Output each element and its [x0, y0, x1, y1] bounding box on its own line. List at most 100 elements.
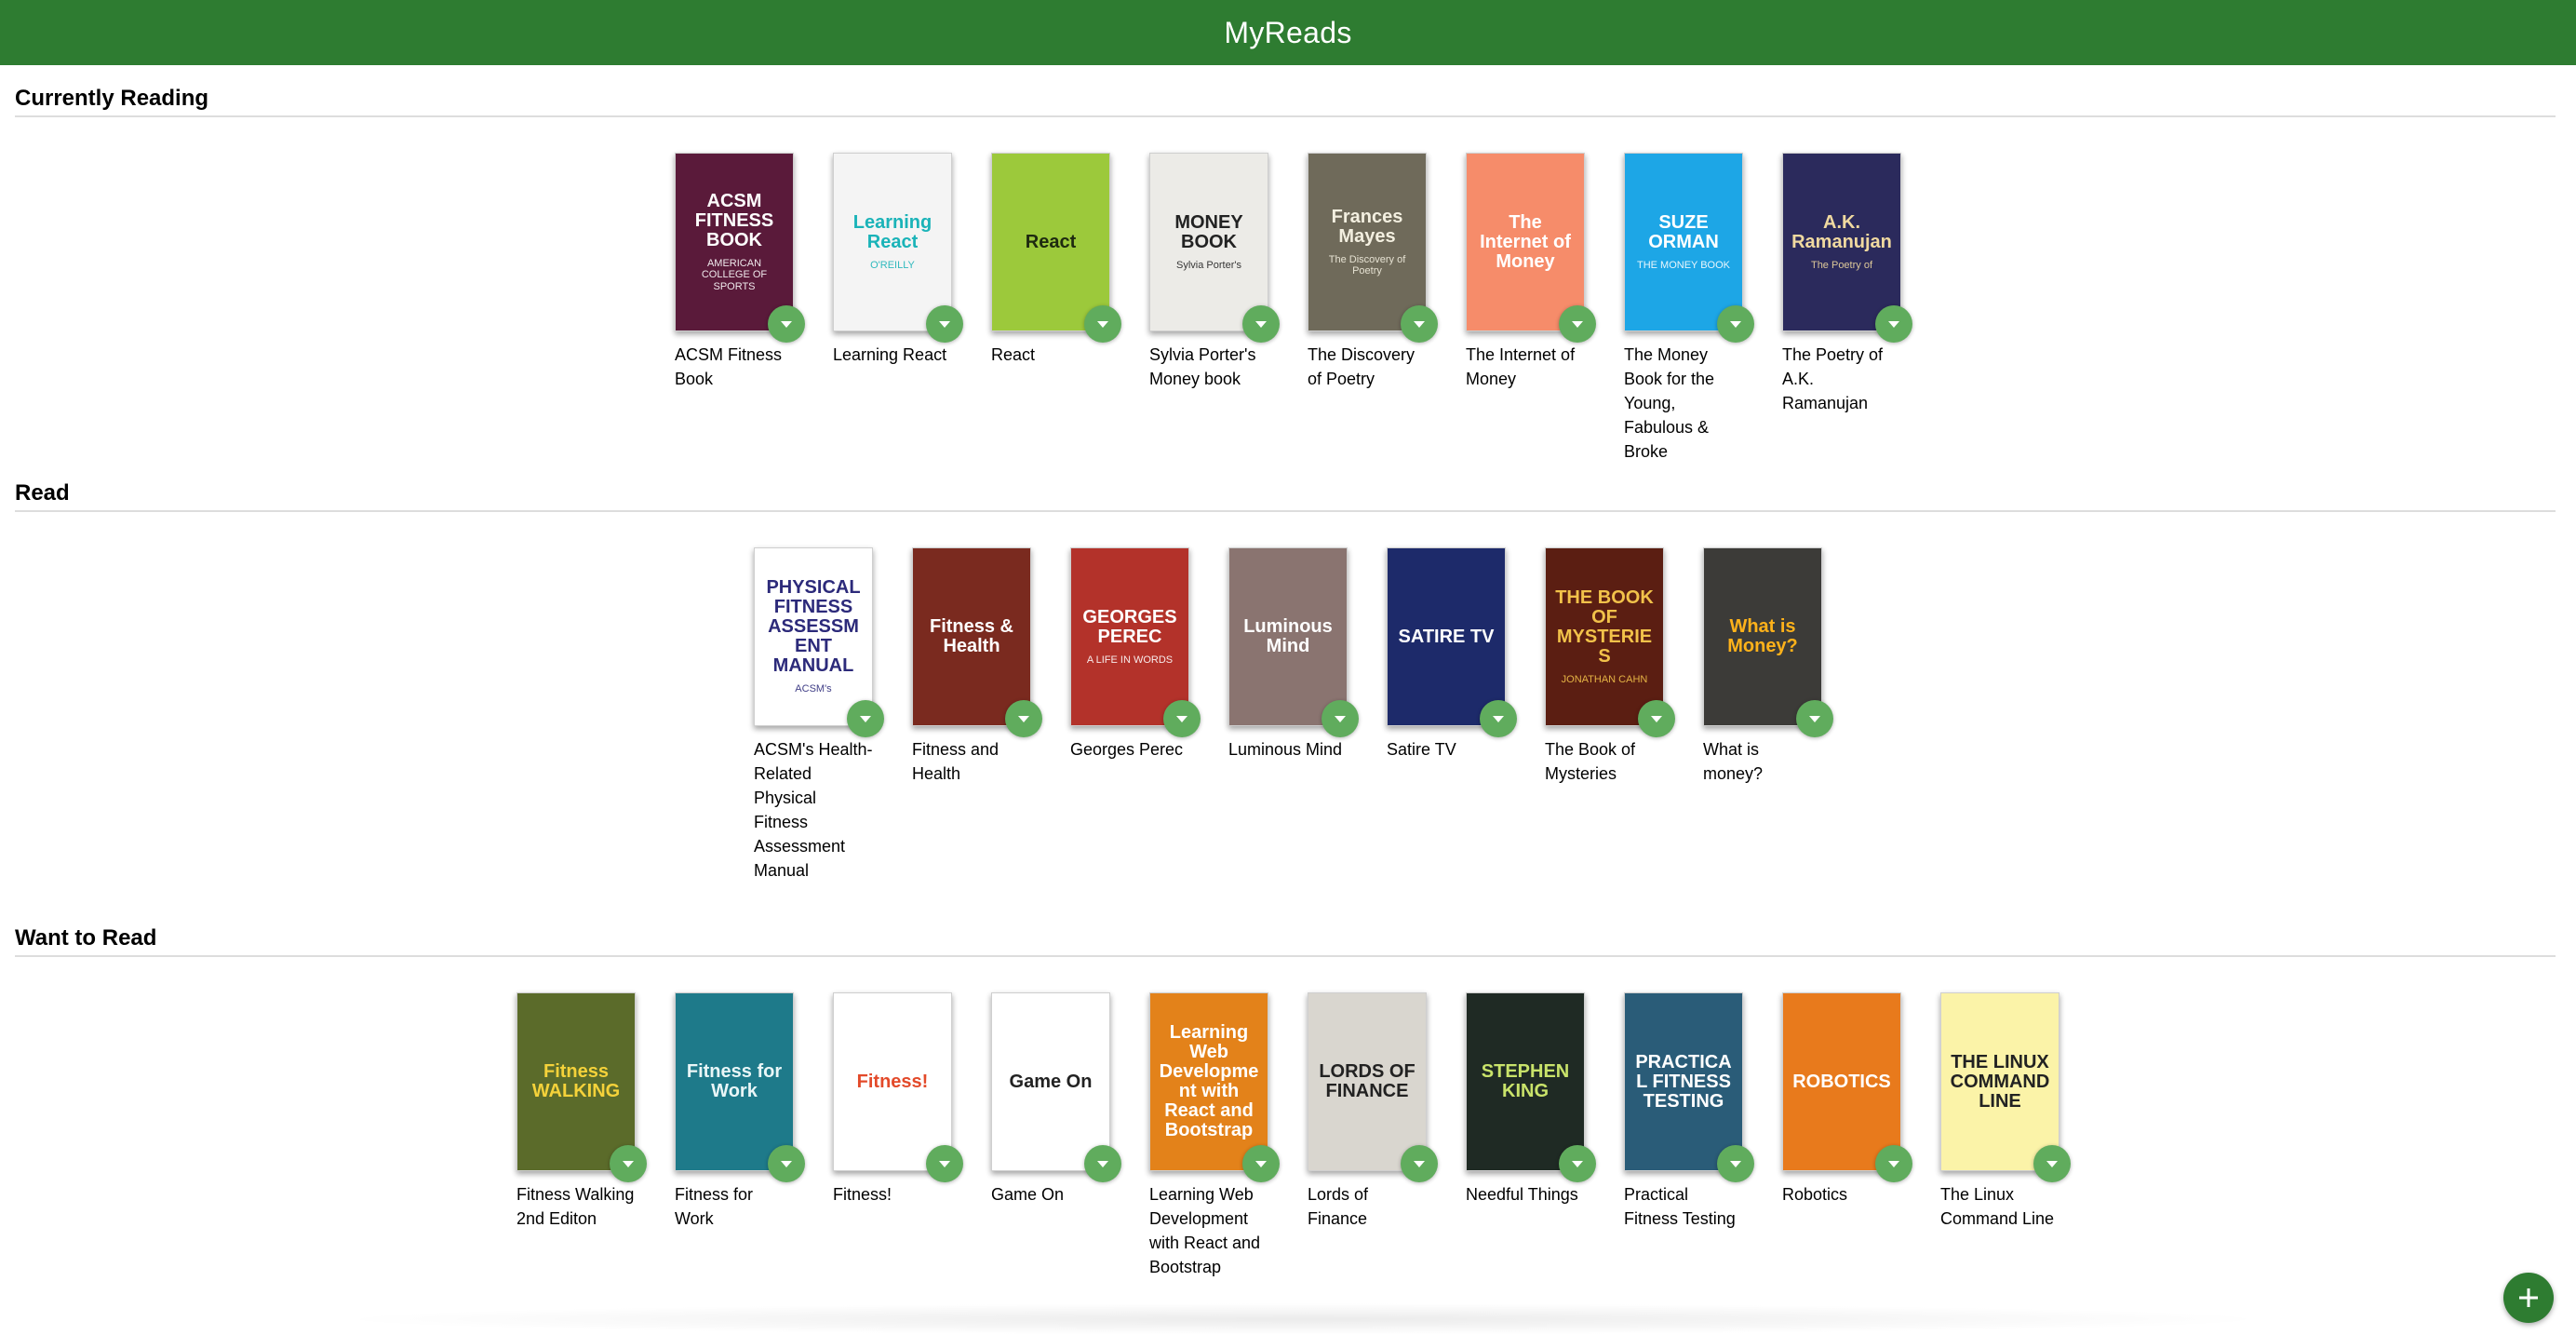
chevron-down-icon: [781, 320, 792, 328]
cover-text: A.K. Ramanujan: [1791, 211, 1892, 252]
book-title: The Poetry of A.K. Ramanujan: [1782, 345, 1884, 412]
cover-text: ROBOTICS: [1792, 1071, 1891, 1092]
book-card: ACSM FITNESS BOOK AMERICAN COLLEGE OF SPO…: [675, 153, 805, 464]
cover-subtext: JONATHAN CAHN: [1561, 673, 1648, 685]
shelf-changer-button[interactable]: [1559, 305, 1596, 343]
book-top: What is Money?: [1703, 547, 1833, 737]
cover-subtext: Sylvia Porter's: [1176, 259, 1241, 271]
shelf-changer-button[interactable]: [1717, 305, 1754, 343]
chevron-down-icon: [939, 320, 950, 328]
shelf-changer-button[interactable]: [1875, 1145, 1912, 1182]
shelf-changer-button[interactable]: [1084, 305, 1121, 343]
chevron-down-icon: [1097, 1160, 1108, 1167]
shelf-changer-button[interactable]: [1242, 305, 1280, 343]
book-cover[interactable]: LORDS OF FINANCE: [1308, 992, 1427, 1171]
shelf-changer-button[interactable]: [1875, 305, 1912, 343]
book-card: Learning React O'REILLY Learning React: [833, 153, 963, 464]
book-top: PHYSICAL FITNESS ASSESSMENT MANUAL ACSM's: [754, 547, 884, 737]
cover-text: React: [1025, 231, 1077, 252]
book-card: Fitness WALKING Fitness Walking 2nd Edito…: [517, 992, 647, 1279]
cover-subtext: The Poetry of: [1810, 259, 1873, 271]
book-cover[interactable]: Luminous Mind: [1228, 547, 1348, 726]
shelf-changer-button[interactable]: [926, 305, 963, 343]
book-cover[interactable]: Frances Mayes The Discovery of Poetry: [1308, 153, 1427, 331]
book-title: Fitness for Work: [675, 1185, 754, 1228]
shelf-changer-button[interactable]: [768, 1145, 805, 1182]
shelf-changer-button[interactable]: [1717, 1145, 1754, 1182]
book-cover[interactable]: Fitness for Work: [675, 992, 794, 1171]
book-cover[interactable]: PHYSICAL FITNESS ASSESSMENT MANUAL ACSM's: [754, 547, 873, 726]
cover-subtext: The Discovery of Poetry: [1328, 253, 1406, 276]
book-top: Fitness WALKING: [517, 992, 647, 1182]
chevron-down-icon: [1651, 715, 1662, 722]
shelf-changer-button[interactable]: [847, 700, 884, 737]
shelf-divider: [15, 115, 2556, 117]
add-book-button[interactable]: [2503, 1273, 2554, 1323]
shelf-changer-button[interactable]: [2033, 1145, 2071, 1182]
shelf-divider: [15, 510, 2556, 512]
shelf-divider: [15, 955, 2556, 957]
book-cover[interactable]: THE LINUX COMMAND LINE: [1940, 992, 2059, 1171]
chevron-down-icon: [781, 1160, 792, 1167]
shelf-changer-button[interactable]: [768, 305, 805, 343]
book-cover[interactable]: Game On: [991, 992, 1110, 1171]
shelf-changer-button[interactable]: [1242, 1145, 1280, 1182]
shelf-changer-button[interactable]: [1005, 700, 1042, 737]
book-cover[interactable]: React: [991, 153, 1110, 331]
book-top: STEPHEN KING: [1466, 992, 1596, 1182]
shelf-changer-button[interactable]: [1559, 1145, 1596, 1182]
book-cover[interactable]: Learning React O'REILLY: [833, 153, 952, 331]
shelf-changer-button[interactable]: [1638, 700, 1675, 737]
book-top: GEORGES PEREC A LIFE IN WORDS: [1070, 547, 1201, 737]
cover-text: Fitness & Health: [929, 616, 1014, 656]
shelf-changer-button[interactable]: [926, 1145, 963, 1182]
chevron-down-icon: [1018, 715, 1029, 722]
book-cover[interactable]: SATIRE TV: [1387, 547, 1506, 726]
shelf-changer-button[interactable]: [1163, 700, 1201, 737]
shelf-changer-button[interactable]: [1322, 700, 1359, 737]
shelf-title: Want to Read: [15, 925, 157, 951]
chevron-down-icon: [1809, 715, 1820, 722]
book-title: ACSM Fitness Book: [675, 345, 783, 388]
book-cover[interactable]: Learning Web Development with React and …: [1149, 992, 1268, 1171]
chevron-down-icon: [1097, 320, 1108, 328]
book-title: Needful Things: [1466, 1185, 1578, 1204]
book-top: Game On: [991, 992, 1121, 1182]
cover-text: Frances Mayes: [1331, 206, 1403, 247]
book-top: Fitness for Work: [675, 992, 805, 1182]
shelf-changer-button[interactable]: [610, 1145, 647, 1182]
book-cover[interactable]: What is Money?: [1703, 547, 1822, 726]
book-cover[interactable]: SUZE ORMAN THE MONEY BOOK: [1624, 153, 1743, 331]
book-title: Practical Fitness Testing: [1624, 1185, 1736, 1228]
book-cover[interactable]: Fitness & Health: [912, 547, 1031, 726]
book-cover[interactable]: STEPHEN KING: [1466, 992, 1585, 1171]
shelf-changer-button[interactable]: [1401, 1145, 1438, 1182]
shelf-changer-button[interactable]: [1084, 1145, 1121, 1182]
shelf-changer-button[interactable]: [1480, 700, 1517, 737]
cover-text: Learning React: [852, 211, 932, 252]
book-cover[interactable]: The Internet of Money: [1466, 153, 1585, 331]
book-top: React: [991, 153, 1121, 343]
book-cover[interactable]: Fitness WALKING: [517, 992, 636, 1171]
book-top: Learning React O'REILLY: [833, 153, 963, 343]
book-cover[interactable]: ROBOTICS: [1782, 992, 1901, 1171]
book-title: Learning Web Development with React and …: [1149, 1185, 1261, 1276]
book-cover[interactable]: THE BOOK OF MYSTERIES JONATHAN CAHN: [1545, 547, 1664, 726]
book-title: Fitness and Health: [912, 740, 1000, 783]
book-cover[interactable]: ACSM FITNESS BOOK AMERICAN COLLEGE OF SPO…: [675, 153, 794, 331]
plus-icon: [2519, 1288, 2538, 1307]
book-title: The Money Book for the Young, Fabulous &…: [1624, 345, 1715, 461]
book-card: ROBOTICS Robotics: [1782, 992, 1912, 1279]
book-cover[interactable]: Fitness!: [833, 992, 952, 1171]
book-title: The Linux Command Line: [1940, 1185, 2055, 1228]
book-cover[interactable]: A.K. Ramanujan The Poetry of: [1782, 153, 1901, 331]
book-card: Fitness! Fitness!: [833, 992, 963, 1279]
book-cover[interactable]: GEORGES PEREC A LIFE IN WORDS: [1070, 547, 1189, 726]
shelf-changer-button[interactable]: [1401, 305, 1438, 343]
shelf-changer-button[interactable]: [1796, 700, 1833, 737]
book-cover[interactable]: PRACTICAL FITNESS TESTING: [1624, 992, 1743, 1171]
chevron-down-icon: [1730, 320, 1741, 328]
book-cover[interactable]: MONEY BOOK Sylvia Porter's: [1149, 153, 1268, 331]
cover-subtext: ACSM's: [795, 683, 832, 695]
cover-text: STEPHEN KING: [1481, 1061, 1570, 1101]
